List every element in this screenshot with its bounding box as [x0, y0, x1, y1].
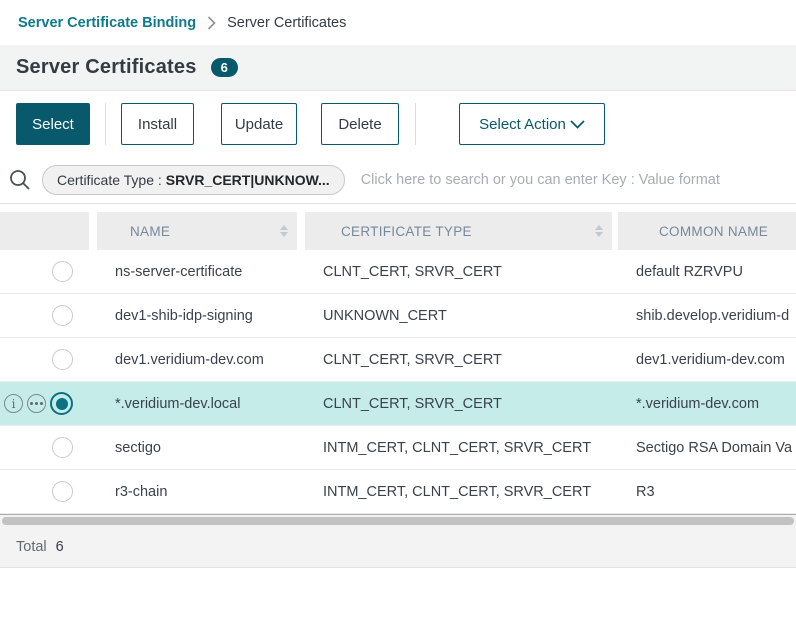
row-select-cell: i [0, 392, 89, 415]
search-icon[interactable] [8, 168, 32, 192]
table-row[interactable]: dev1-shib-idp-signing UNKNOWN_CERT shib.… [0, 294, 796, 338]
cell-name: *.veridium-dev.local [97, 396, 297, 412]
breadcrumb: Server Certificate Binding Server Certif… [0, 0, 796, 45]
sort-icon[interactable] [280, 225, 288, 237]
cell-common-name: Sectigo RSA Domain Va [618, 440, 796, 456]
radio[interactable] [52, 261, 73, 282]
row-select-cell [0, 481, 89, 502]
cell-certificate-type: CLNT_CERT, SRVR_CERT [305, 396, 612, 412]
page-title: Server Certificates [16, 56, 197, 79]
header-common-name-label: COMMON NAME [659, 224, 768, 239]
table-row[interactable]: r3-chain INTM_CERT, CLNT_CERT, SRVR_CERT… [0, 470, 796, 514]
cell-common-name: dev1.veridium-dev.com [618, 352, 796, 368]
filter-chip-value: SRVR_CERT|UNKNOW... [166, 172, 330, 188]
select-action-label: Select Action [479, 116, 566, 133]
chevron-down-icon [570, 120, 585, 129]
filter-chip-key: Certificate Type : [57, 172, 162, 188]
radio[interactable] [52, 349, 73, 370]
toolbar: Select Install Update Delete Select Acti… [0, 91, 796, 157]
cell-certificate-type: INTM_CERT, CLNT_CERT, SRVR_CERT [305, 440, 612, 456]
horizontal-scrollbar[interactable] [0, 514, 796, 526]
chevron-right-icon [207, 16, 216, 30]
header-name-label: NAME [130, 224, 170, 239]
row-select-cell [0, 261, 89, 282]
cell-common-name: shib.develop.veridium-d [618, 308, 796, 324]
cell-name: dev1-shib-idp-signing [97, 308, 297, 324]
header-common-name[interactable]: COMMON NAME [618, 212, 796, 250]
radio[interactable] [52, 305, 73, 326]
header-select-column [0, 212, 89, 250]
search-bar: Certificate Type : SRVR_CERT|UNKNOW... [0, 157, 796, 204]
table-body: ns-server-certificate CLNT_CERT, SRVR_CE… [0, 250, 796, 514]
cell-common-name: *.veridium-dev.com [618, 396, 796, 412]
row-select-cell [0, 305, 89, 326]
cell-common-name: R3 [618, 484, 796, 500]
header-name[interactable]: NAME [97, 212, 297, 250]
cell-name: sectigo [97, 440, 297, 456]
info-icon[interactable]: i [4, 394, 23, 413]
breadcrumb-current: Server Certificates [227, 15, 346, 31]
cell-common-name: default RZRVPU [618, 264, 796, 280]
total-label: Total [16, 539, 47, 555]
table-row[interactable]: dev1.veridium-dev.com CLNT_CERT, SRVR_CE… [0, 338, 796, 382]
select-action-dropdown[interactable]: Select Action [459, 103, 605, 145]
cell-certificate-type: CLNT_CERT, SRVR_CERT [305, 352, 612, 368]
radio[interactable] [52, 437, 73, 458]
breadcrumb-parent-link[interactable]: Server Certificate Binding [18, 15, 196, 31]
count-badge: 6 [211, 58, 238, 77]
header-certificate-type-label: CERTIFICATE TYPE [341, 224, 472, 239]
table-row[interactable]: ns-server-certificate CLNT_CERT, SRVR_CE… [0, 250, 796, 294]
select-button[interactable]: Select [16, 103, 90, 145]
install-button[interactable]: Install [121, 103, 194, 145]
toolbar-divider [415, 103, 416, 145]
radio-selected[interactable] [50, 392, 73, 415]
page-header: Server Certificates 6 [0, 45, 796, 91]
filter-chip-certificate-type[interactable]: Certificate Type : SRVR_CERT|UNKNOW... [42, 165, 345, 195]
scrollbar-thumb[interactable] [2, 517, 794, 525]
table-header: NAME CERTIFICATE TYPE COMMON NAME [0, 212, 796, 250]
row-action-icons: i [4, 392, 73, 415]
cell-certificate-type: CLNT_CERT, SRVR_CERT [305, 264, 612, 280]
header-certificate-type[interactable]: CERTIFICATE TYPE [305, 212, 612, 250]
row-select-cell [0, 349, 89, 370]
table-row[interactable]: i *.veridium-dev.local CLNT_CERT, SRVR_C… [0, 382, 796, 426]
cell-name: ns-server-certificate [97, 264, 297, 280]
cell-certificate-type: UNKNOWN_CERT [305, 308, 612, 324]
sort-icon[interactable] [595, 225, 603, 237]
ellipsis-icon[interactable] [27, 394, 46, 413]
delete-button[interactable]: Delete [321, 103, 399, 145]
total-value: 6 [56, 539, 64, 555]
toolbar-divider [105, 103, 106, 145]
update-button[interactable]: Update [221, 103, 297, 145]
cell-name: dev1.veridium-dev.com [97, 352, 297, 368]
cell-certificate-type: INTM_CERT, CLNT_CERT, SRVR_CERT [305, 484, 612, 500]
cell-name: r3-chain [97, 484, 297, 500]
radio[interactable] [52, 481, 73, 502]
search-input[interactable] [359, 171, 786, 189]
table-row[interactable]: sectigo INTM_CERT, CLNT_CERT, SRVR_CERT … [0, 426, 796, 470]
row-select-cell [0, 437, 89, 458]
table-footer: Total 6 [0, 526, 796, 568]
